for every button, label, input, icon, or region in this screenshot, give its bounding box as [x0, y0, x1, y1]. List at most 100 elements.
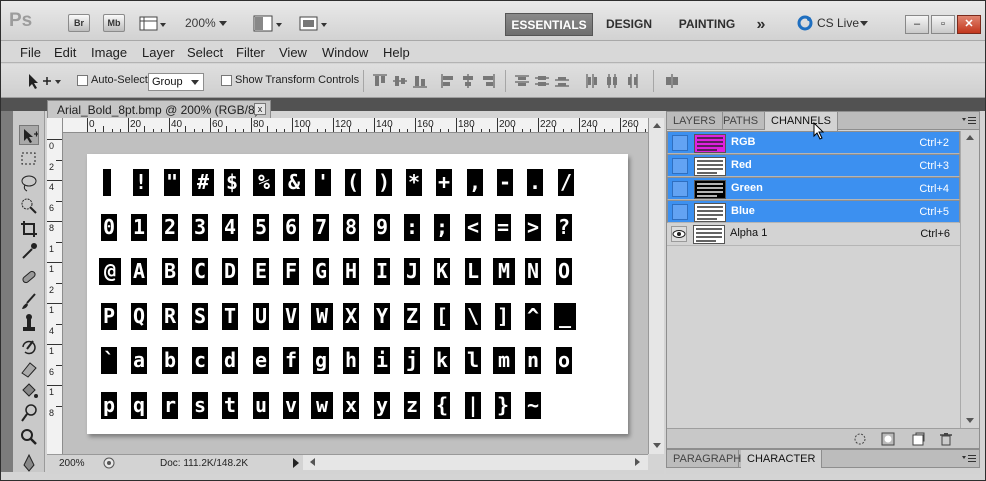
image-canvas[interactable]: ! " # $% & ' () * +, -. / 0 1 2 3 4 5 6 7 8 9:; < = >? @ A B C D E F G H… — [87, 154, 628, 434]
visibility-toggle[interactable] — [672, 181, 688, 197]
screen-mode-icon — [299, 16, 327, 31]
spot-healing-tool-icon[interactable] — [19, 267, 39, 287]
distribute-vertical-center-icon[interactable] — [535, 74, 549, 88]
menu-filter[interactable]: Filter — [236, 45, 265, 60]
glyph-cell: y — [374, 392, 390, 419]
bridge-button[interactable]: Br — [68, 14, 90, 32]
close-tab-button[interactable]: x — [254, 103, 266, 115]
delete-channel-icon[interactable] — [939, 432, 953, 446]
glyph-cell: x — [343, 392, 359, 419]
status-zoom-field[interactable]: 200% — [59, 458, 85, 469]
more-workspaces-button[interactable]: » — [749, 13, 773, 36]
lasso-tool-icon[interactable] — [19, 173, 39, 193]
history-brush-tool-icon[interactable] — [19, 337, 39, 357]
menu-help[interactable]: Help — [383, 45, 410, 60]
horizontal-ruler[interactable]: 0 20 40 60 80 100 120 140 160 180 200 220 240 260 — [63, 118, 648, 133]
panel-menu-icon[interactable] — [961, 116, 977, 126]
vertical-ruler[interactable]: 0 2 4 6 8 1 1 2 1 4 1 6 1 8 — [47, 118, 63, 454]
distribute-right-icon[interactable] — [625, 74, 639, 88]
auto-align-layers-icon[interactable] — [665, 74, 679, 88]
distribute-horizontal-center-icon[interactable] — [605, 74, 619, 88]
new-channel-icon[interactable] — [911, 432, 925, 446]
show-transform-checkbox[interactable] — [221, 75, 232, 86]
eyedropper-tool-icon[interactable] — [19, 241, 39, 261]
align-left-icon[interactable] — [441, 74, 455, 88]
visibility-toggle[interactable] — [672, 204, 688, 220]
menu-view[interactable]: View — [279, 45, 307, 60]
tab-channels[interactable]: CHANNELS — [765, 112, 838, 131]
eraser-tool-icon[interactable] — [19, 359, 39, 379]
document-tab[interactable]: Arial_Bold_8pt.bmp @ 200% (RGB/8) x — [47, 100, 271, 118]
menu-select[interactable]: Select — [187, 45, 223, 60]
workspace-essentials-button[interactable]: ESSENTIALS — [505, 13, 593, 36]
channel-row[interactable]: Red Ctrl+3 — [667, 154, 960, 177]
scroll-up-icon[interactable] — [963, 133, 977, 143]
tool-preset-picker[interactable] — [23, 72, 63, 90]
distribute-top-icon[interactable] — [515, 74, 529, 88]
channel-shortcut: Ctrl+2 — [919, 137, 949, 149]
horizontal-scrollbar[interactable] — [303, 454, 648, 470]
quick-selection-tool-icon[interactable] — [19, 195, 39, 215]
zoom-level-dropdown[interactable]: 200% — [185, 16, 228, 30]
ruler-minor-tick — [447, 129, 449, 132]
minimize-button[interactable]: – — [905, 15, 929, 34]
align-top-icon[interactable] — [373, 74, 387, 88]
channel-row[interactable]: Alpha 1 Ctrl+6 — [667, 223, 960, 246]
brush-tool-icon[interactable] — [19, 291, 39, 311]
distribute-bottom-icon[interactable] — [555, 74, 569, 88]
align-horizontal-center-icon[interactable] — [461, 74, 475, 88]
mini-bridge-button[interactable]: Mb — [103, 14, 125, 32]
tab-paths[interactable]: PATHS — [717, 112, 766, 130]
tab-paragraph[interactable]: PARAGRAPH — [667, 450, 741, 468]
tab-character[interactable]: CHARACTER — [741, 450, 823, 469]
zoom-tool-icon[interactable] — [19, 427, 39, 447]
align-bottom-icon[interactable] — [413, 74, 427, 88]
glyph-cell: p — [101, 392, 117, 419]
status-menu-arrow-icon[interactable] — [291, 457, 301, 469]
screen-mode-button[interactable] — [299, 15, 329, 33]
status-info-icon[interactable] — [103, 457, 115, 469]
menu-edit[interactable]: Edit — [54, 45, 76, 60]
crop-tool-icon[interactable] — [19, 219, 39, 239]
panel-menu-icon[interactable] — [961, 454, 977, 464]
scroll-down-icon[interactable] — [650, 440, 664, 452]
arrange-documents-button[interactable] — [253, 15, 285, 33]
vertical-scrollbar[interactable] — [648, 118, 664, 454]
cs-live-button[interactable]: CS Live — [797, 14, 869, 34]
scroll-left-icon[interactable] — [307, 455, 319, 469]
workspace-painting-button[interactable]: PAINTING — [669, 13, 745, 36]
align-vertical-center-icon[interactable] — [393, 74, 407, 88]
scroll-up-icon[interactable] — [650, 120, 664, 132]
clone-stamp-tool-icon[interactable] — [19, 313, 39, 333]
scroll-right-icon[interactable] — [632, 455, 644, 469]
menu-window[interactable]: Window — [322, 45, 368, 60]
auto-select-checkbox[interactable] — [77, 75, 88, 86]
marquee-tool-icon[interactable] — [19, 149, 39, 169]
visibility-toggle[interactable] — [672, 158, 688, 174]
save-selection-channel-icon[interactable] — [881, 432, 895, 446]
paint-bucket-tool-icon[interactable] — [19, 381, 39, 401]
panel-scrollbar[interactable] — [960, 131, 979, 428]
glyph-cell-space — [103, 169, 111, 196]
pen-tool-icon[interactable] — [19, 453, 39, 473]
menu-image[interactable]: Image — [91, 45, 127, 60]
ruler-number: 1 — [49, 305, 55, 315]
scroll-down-icon[interactable] — [963, 416, 977, 426]
channel-row[interactable]: Green Ctrl+4 — [667, 177, 960, 200]
auto-select-dropdown[interactable]: Group — [148, 73, 204, 91]
view-extras-button[interactable] — [139, 15, 167, 33]
channel-row[interactable]: Blue Ctrl+5 — [667, 200, 960, 223]
menu-file[interactable]: File — [20, 45, 41, 60]
align-right-icon[interactable] — [481, 74, 495, 88]
distribute-left-icon[interactable] — [585, 74, 599, 88]
restore-button[interactable]: ▫ — [931, 15, 955, 34]
close-button[interactable]: ✕ — [957, 15, 981, 34]
visibility-toggle[interactable] — [672, 135, 688, 151]
workspace-design-button[interactable]: DESIGN — [601, 13, 657, 36]
load-channel-selection-icon[interactable] — [853, 432, 867, 446]
dodge-tool-icon[interactable] — [19, 403, 39, 423]
move-tool-icon[interactable] — [19, 125, 39, 145]
tab-layers[interactable]: LAYERS — [667, 112, 723, 130]
menu-layer[interactable]: Layer — [142, 45, 175, 60]
visibility-toggle[interactable] — [671, 226, 687, 242]
